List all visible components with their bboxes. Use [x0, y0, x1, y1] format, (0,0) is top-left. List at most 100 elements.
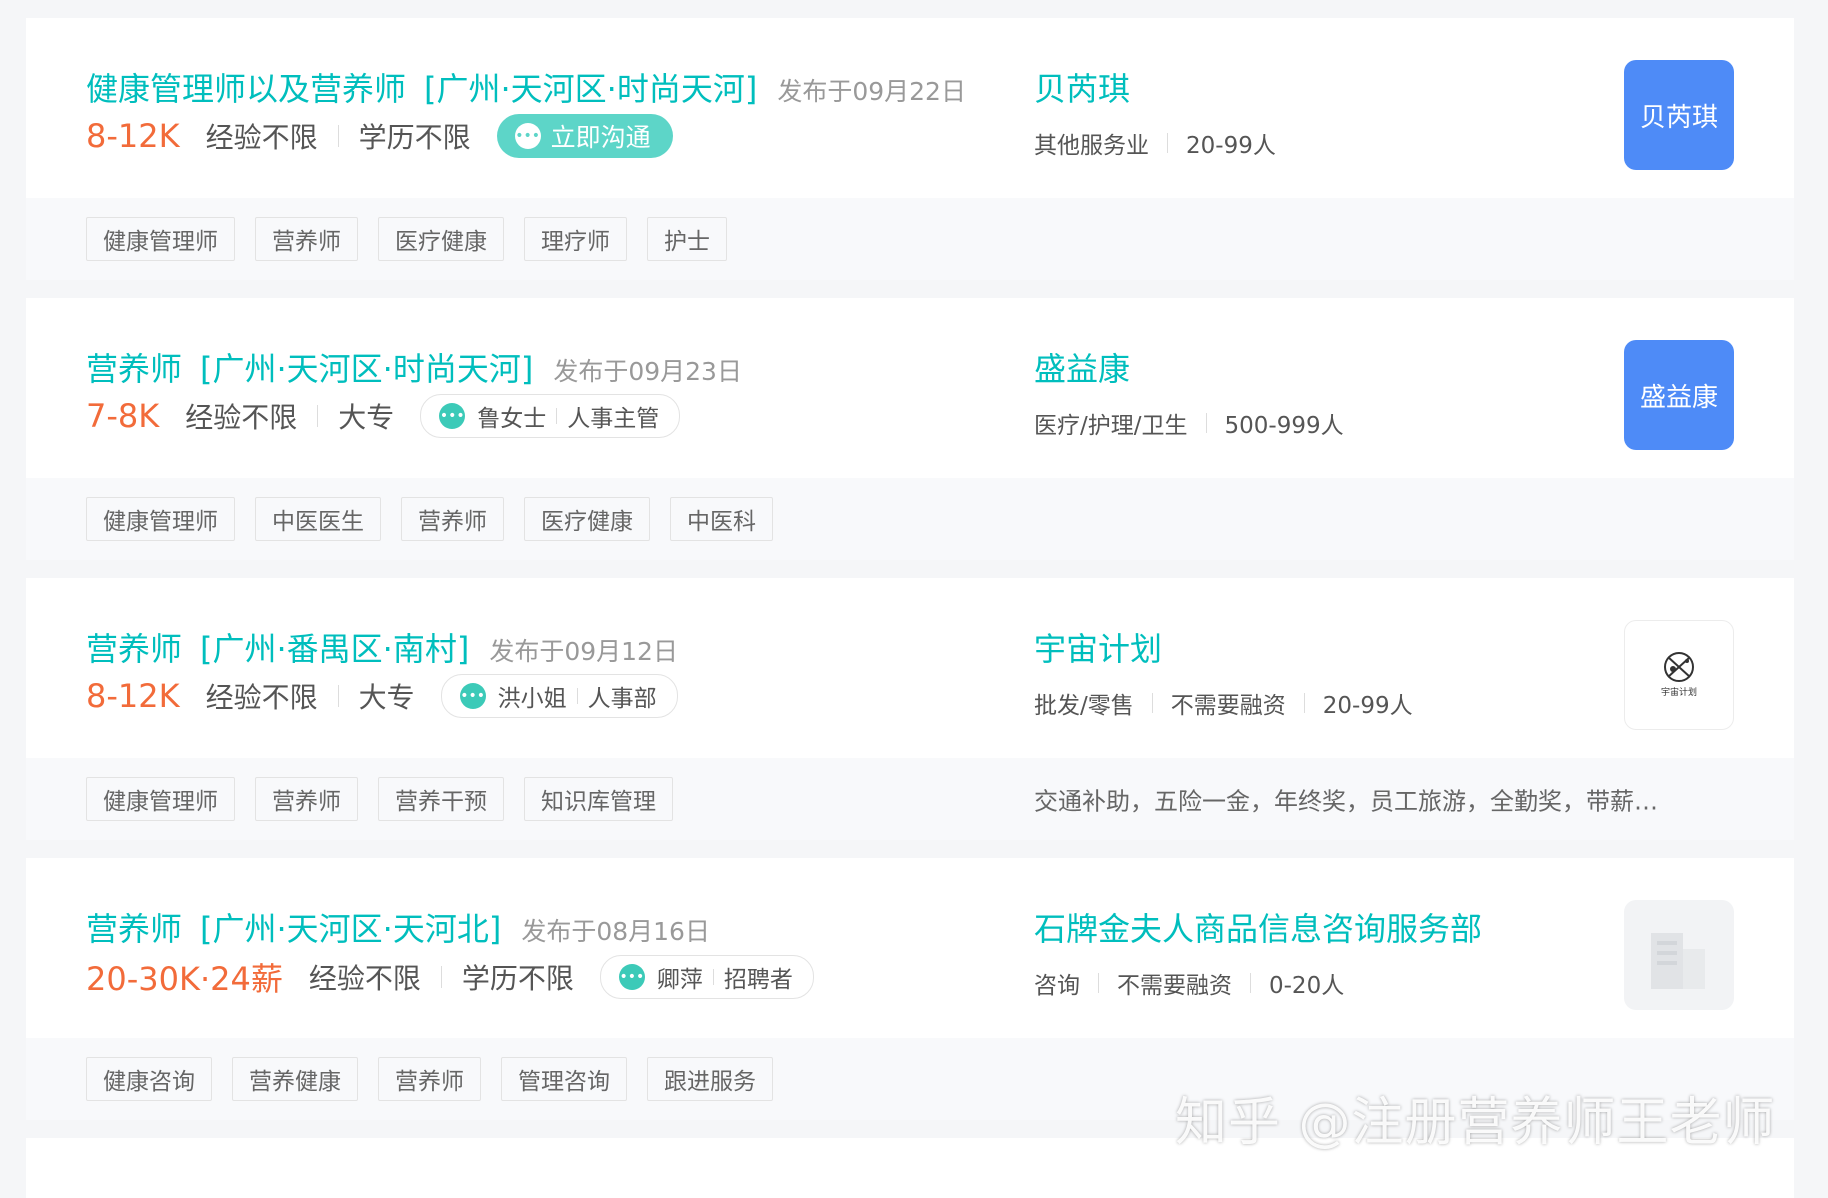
job-info-row: 8-12K 经验不限 大专 ••• 洪小姐 人事部 — [86, 674, 678, 718]
job-tag: 护士 — [647, 217, 727, 261]
job-tag: 中医科 — [670, 497, 773, 541]
recruiter-role: 人事主管 — [567, 406, 660, 432]
job-tag: 知识库管理 — [524, 777, 673, 821]
divider — [317, 405, 319, 427]
job-tag: 营养师 — [255, 217, 358, 261]
company-logo-text: 贝芮琪 — [1639, 102, 1718, 133]
chat-now-button[interactable]: ••• 立即沟通 — [496, 114, 673, 158]
job-tag: 中医医生 — [255, 497, 381, 541]
job-title-link[interactable]: 营养师 — [86, 344, 182, 390]
welfare-benefits: 交通补助，五险一金，年终奖，员工旅游，全勤奖，带薪… — [1034, 787, 1658, 816]
company-meta: 医疗/护理/卫生 500-999人 — [1034, 406, 1344, 440]
publish-time: 发布于08月16日 — [521, 917, 710, 946]
job-title-row: 营养师 [广州·番禺区·南村] 发布于09月12日 — [86, 624, 678, 670]
company-logo[interactable]: 贝芮琪 — [1624, 60, 1734, 170]
company-info: 石牌金夫人商品信息咨询服务部 咨询 不需要融资 0-20人 — [1034, 904, 1482, 1000]
job-card[interactable]: 营养师 [广州·番禺区·南村] 发布于09月12日 8-12K 经验不限 大专 … — [26, 578, 1794, 840]
company-industry: 其他服务业 — [1034, 133, 1149, 159]
job-tag: 管理咨询 — [501, 1057, 627, 1101]
job-tag: 医疗健康 — [378, 217, 504, 261]
divider — [712, 969, 714, 985]
job-tag: 营养干预 — [378, 777, 504, 821]
company-meta: 批发/零售 不需要融资 20-99人 — [1034, 686, 1413, 720]
company-name-link[interactable]: 宇宙计划 — [1034, 624, 1413, 670]
job-card[interactable]: 健康管理师以及营养师 [广州·天河区·时尚天河] 发布于09月22日 8-12K… — [26, 18, 1794, 280]
company-info: 贝芮琪 其他服务业 20-99人 — [1034, 64, 1276, 160]
universe-plan-logo-icon: 宇宙计划 — [1661, 652, 1697, 698]
chat-now-label: 立即沟通 — [550, 123, 651, 152]
job-area: [广州·天河区·天河北] — [200, 910, 502, 948]
job-tag: 营养师 — [255, 777, 358, 821]
divider — [337, 685, 339, 707]
company-logo[interactable]: 盛益康 — [1624, 340, 1734, 450]
education-requirement: 学历不限 — [461, 962, 574, 995]
experience-requirement: 经验不限 — [205, 681, 318, 714]
company-meta: 其他服务业 20-99人 — [1034, 126, 1276, 160]
job-tag: 健康管理师 — [86, 217, 235, 261]
divider — [1250, 973, 1251, 993]
recruiter-contact[interactable]: ••• 洪小姐 人事部 — [440, 674, 678, 718]
company-logo[interactable] — [1624, 900, 1734, 1010]
company-size: 0-20人 — [1269, 973, 1345, 999]
job-title-row: 健康管理师以及营养师 [广州·天河区·时尚天河] 发布于09月22日 — [86, 64, 966, 110]
salary: 8-12K — [86, 117, 180, 155]
job-title-link[interactable]: 健康管理师以及营养师 — [86, 64, 406, 110]
salary: 20-30K·24薪 — [86, 960, 283, 998]
job-tag: 跟进服务 — [647, 1057, 773, 1101]
job-card-header: 营养师 [广州·番禺区·南村] 发布于09月12日 8-12K 经验不限 大专 … — [26, 578, 1794, 758]
divider — [440, 966, 442, 988]
job-card[interactable]: 营养师 [广州·天河区·时尚天河] 发布于09月23日 7-8K 经验不限 大专… — [26, 298, 1794, 560]
company-industry: 批发/零售 — [1034, 693, 1134, 719]
company-logo-text: 宇宙计划 — [1661, 686, 1697, 698]
education-requirement: 大专 — [338, 401, 395, 434]
job-tag: 营养师 — [401, 497, 504, 541]
job-card-header: 营养师 [广州·天河区·时尚天河] 发布于09月23日 7-8K 经验不限 大专… — [26, 298, 1794, 478]
job-title-link[interactable]: 营养师 — [86, 904, 182, 950]
company-funding: 不需要融资 — [1117, 973, 1232, 999]
divider — [1303, 693, 1305, 713]
experience-requirement: 经验不限 — [185, 401, 298, 434]
company-meta: 咨询 不需要融资 0-20人 — [1034, 966, 1482, 1000]
chat-bubble-icon: ••• — [439, 403, 466, 429]
job-tag: 医疗健康 — [524, 497, 650, 541]
job-tags-row: 健康管理师 营养师 营养干预 知识库管理 交通补助，五险一金，年终奖，员工旅游，… — [26, 758, 1794, 840]
company-size: 500-999人 — [1224, 413, 1344, 439]
job-area: [广州·天河区·时尚天河] — [200, 350, 534, 388]
salary: 8-12K — [86, 677, 180, 715]
job-tag: 健康咨询 — [86, 1057, 212, 1101]
job-tag: 营养健康 — [232, 1057, 358, 1101]
recruiter-contact[interactable]: ••• 卿萍 招聘者 — [599, 955, 814, 999]
job-tag: 营养师 — [378, 1057, 481, 1101]
job-title-link[interactable]: 营养师 — [86, 624, 182, 670]
job-title-row: 营养师 [广州·天河区·天河北] 发布于08月16日 — [86, 904, 710, 950]
company-name-link[interactable]: 石牌金夫人商品信息咨询服务部 — [1034, 904, 1482, 950]
company-funding: 不需要融资 — [1170, 693, 1286, 719]
job-card-header: 营养师 [广州·天河区·天河北] 发布于08月16日 20-30K·24薪 经验… — [26, 858, 1794, 1038]
company-name-link[interactable]: 盛益康 — [1034, 344, 1344, 390]
chat-bubble-icon: ••• — [514, 123, 541, 149]
divider — [556, 408, 558, 424]
company-logo[interactable]: 宇宙计划 — [1624, 620, 1734, 730]
publish-time: 发布于09月12日 — [489, 637, 678, 666]
chat-bubble-icon: ••• — [618, 964, 645, 990]
experience-requirement: 经验不限 — [308, 962, 421, 995]
experience-requirement: 经验不限 — [205, 121, 318, 154]
watermark: 知乎 @注册营养师王老师 — [1175, 1093, 1776, 1153]
education-requirement: 学历不限 — [358, 121, 471, 154]
company-name-link[interactable]: 贝芮琪 — [1034, 64, 1276, 110]
publish-time: 发布于09月23日 — [553, 357, 742, 386]
job-tags-row: 健康管理师 中医医生 营养师 医疗健康 中医科 — [26, 478, 1794, 560]
job-tag: 理疗师 — [524, 217, 627, 261]
company-size: 20-99人 — [1322, 693, 1413, 719]
company-info: 盛益康 医疗/护理/卫生 500-999人 — [1034, 344, 1344, 440]
recruiter-contact[interactable]: ••• 鲁女士 人事主管 — [420, 394, 681, 438]
recruiter-name: 卿萍 — [656, 967, 703, 993]
job-tags-row: 健康管理师 营养师 医疗健康 理疗师 护士 — [26, 198, 1794, 280]
job-tag: 健康管理师 — [86, 777, 235, 821]
company-size: 20-99人 — [1186, 133, 1276, 159]
job-info-row: 8-12K 经验不限 学历不限 ••• 立即沟通 — [86, 114, 673, 158]
recruiter-name: 鲁女士 — [477, 406, 547, 432]
company-logo-text: 盛益康 — [1639, 382, 1718, 413]
job-tag: 健康管理师 — [86, 497, 235, 541]
building-placeholder-icon — [1651, 933, 1705, 989]
